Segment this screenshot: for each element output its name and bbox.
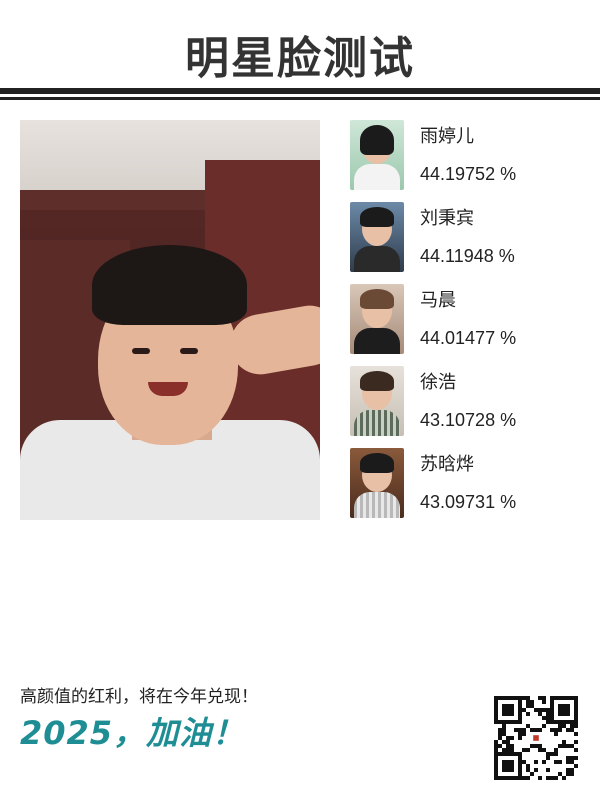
celebrity-name: 徐浩 — [420, 372, 456, 393]
match-result-item[interactable]: 刘秉宾 44.11948 % — [350, 202, 580, 284]
page-title: 明星脸测试 — [185, 33, 415, 84]
celebrity-portrait-icon — [350, 284, 404, 354]
match-result-item[interactable]: 雨婷儿 44.19752 % — [350, 120, 580, 202]
similarity-score: 43.10728 % — [420, 410, 517, 430]
celebrity-portrait-icon — [350, 366, 404, 436]
celebrity-portrait-icon — [350, 120, 404, 190]
celebrity-name: 雨婷儿 — [420, 126, 474, 147]
slogan-text: 高颜值的红利，将在今年兑现！ — [20, 687, 258, 707]
qr-code-icon[interactable] — [494, 696, 578, 780]
match-result-item[interactable]: 徐浩 43.10728 % — [350, 366, 580, 448]
celebrity-name: 马晨 — [420, 290, 456, 311]
similarity-score: 43.09731 % — [420, 492, 517, 512]
celebrity-name: 刘秉宾 — [420, 208, 474, 229]
user-photo — [20, 120, 320, 520]
match-result-item[interactable]: 马晨 44.01477 % — [350, 284, 580, 366]
title-divider-thick — [0, 88, 600, 94]
celebrity-portrait-icon — [350, 202, 404, 272]
similarity-score: 44.11948 % — [420, 246, 515, 266]
celebrity-portrait-icon — [350, 448, 404, 518]
title-divider-thin — [0, 97, 600, 100]
star-face-test-page: 明星脸测试 雨婷儿 44.19752 % 刘秉宾 44.11948 % 马晨 4… — [0, 0, 600, 800]
match-results-list: 雨婷儿 44.19752 % 刘秉宾 44.11948 % 马晨 44.0147… — [350, 120, 580, 530]
qr-code-graphic — [494, 696, 578, 780]
cheer-text: 2025，加油！ — [20, 714, 246, 752]
similarity-score: 44.01477 % — [420, 328, 517, 348]
celebrity-name: 苏晗烨 — [420, 454, 474, 475]
match-result-item[interactable]: 苏晗烨 43.09731 % — [350, 448, 580, 530]
similarity-score: 44.19752 % — [420, 164, 517, 184]
